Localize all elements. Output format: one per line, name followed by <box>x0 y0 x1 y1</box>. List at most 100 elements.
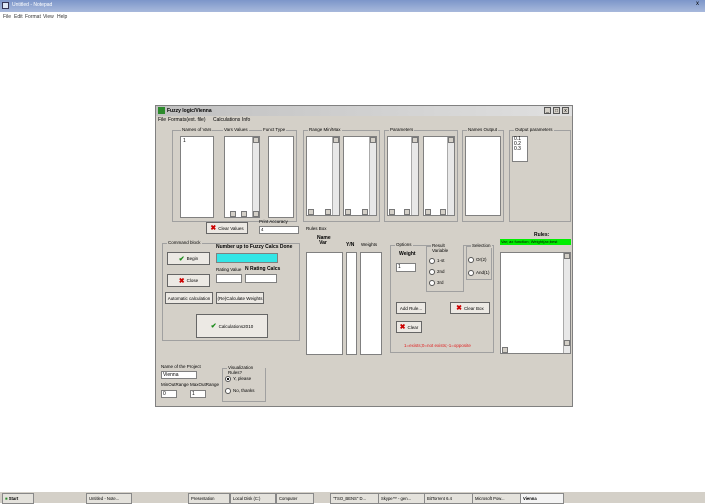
radio-icon <box>429 269 435 275</box>
menu-file[interactable]: File <box>158 117 166 123</box>
rating-value-input[interactable] <box>216 274 242 283</box>
notepad-menu-format[interactable]: Format <box>25 14 41 20</box>
taskbar-item-local-disk[interactable]: Local Disk (C:) <box>230 493 276 504</box>
weight-input[interactable]: 1 <box>396 263 416 272</box>
scroll-left-button[interactable] <box>230 211 236 217</box>
begin-label: Begin <box>186 256 199 261</box>
recalculate-weights-label: (Re)Calculate Weights <box>217 295 263 301</box>
taskbar-item-vienna[interactable]: Vienna <box>520 493 564 504</box>
result-variable-label: Result Variable <box>431 243 463 253</box>
visualization-yes-radio[interactable]: Y, please <box>225 376 251 382</box>
taskbar-item-tso[interactable]: "TSO_BENS" D... <box>330 493 380 504</box>
notepad-menu-view[interactable]: View <box>43 14 54 20</box>
calculations-button[interactable]: ✔ Calculations2010 <box>196 314 268 338</box>
result-radio-3rd[interactable]: 3rd <box>429 280 444 286</box>
scroll-up-button[interactable] <box>564 253 570 259</box>
scroll-left-button[interactable] <box>345 209 351 215</box>
menu-calculations[interactable]: Calculations <box>213 117 240 123</box>
rules-name-var-list[interactable] <box>306 252 343 355</box>
selection-radio-or[interactable]: Or(2) <box>468 257 487 263</box>
scroll-right-button[interactable] <box>325 209 331 215</box>
scroll-left-button[interactable] <box>389 209 395 215</box>
calculations-label: Calculations2010 <box>218 323 254 329</box>
recalculate-weights-button[interactable]: (Re)Calculate Weights <box>216 292 264 304</box>
parameters-list-1[interactable] <box>387 136 419 216</box>
automatic-calculation-button[interactable]: Automatic calculation <box>165 292 213 304</box>
range-min-scrollbar[interactable] <box>332 137 339 215</box>
rules-scrollbar[interactable] <box>563 253 570 353</box>
rules-weights-list[interactable] <box>360 252 382 355</box>
scroll-left-button[interactable] <box>425 209 431 215</box>
result-radio-1st[interactable]: 1-st <box>429 258 445 264</box>
max-out-range-input[interactable]: 1 <box>190 390 206 398</box>
vars-values-list[interactable] <box>224 136 260 218</box>
windows-logo-icon: ■ <box>5 496 8 501</box>
begin-button[interactable]: ✔ Begin <box>167 252 210 265</box>
parameters-list-2[interactable] <box>423 136 455 216</box>
vars-list-item[interactable]: 1 <box>181 137 213 145</box>
names-of-vars-list[interactable]: 1 <box>180 136 214 218</box>
scroll-up-button[interactable] <box>448 137 454 143</box>
notepad-title: Untitled - Notepad <box>12 2 53 8</box>
rules-list[interactable] <box>500 252 571 354</box>
notepad-menu-edit[interactable]: Edit <box>14 14 23 20</box>
scroll-up-button[interactable] <box>333 137 339 143</box>
scroll-down-button[interactable] <box>564 340 570 346</box>
funct-type-list[interactable] <box>268 136 294 218</box>
n-rating-input[interactable] <box>245 274 277 283</box>
clear-values-button[interactable]: ✖ Clear Values <box>206 222 248 234</box>
check-icon: ✔ <box>210 323 217 330</box>
parameters-scrollbar-1[interactable] <box>411 137 418 215</box>
menu-formats[interactable]: Formats(ext. file) <box>168 117 206 123</box>
taskbar-item-computer[interactable]: Computer <box>276 493 314 504</box>
scroll-up-button[interactable] <box>370 137 376 143</box>
min-out-range-input[interactable]: 0 <box>161 390 177 398</box>
scroll-right-button[interactable] <box>404 209 410 215</box>
minimize-button[interactable]: _ <box>544 107 551 114</box>
notepad-menu-bar: File Edit Format View Help <box>0 12 705 22</box>
scroll-left-button[interactable] <box>502 347 508 353</box>
scroll-right-button[interactable] <box>241 211 247 217</box>
scroll-right-button[interactable] <box>440 209 446 215</box>
taskbar-item-bittorrent[interactable]: BitTorrent 6.4 <box>424 493 474 504</box>
close-button[interactable]: x <box>562 107 569 114</box>
rules-label: Rules: <box>534 232 550 238</box>
parameters-scrollbar-2[interactable] <box>447 137 454 215</box>
taskbar-item-notepad[interactable]: Untitled - Note... <box>86 493 132 504</box>
range-min-list[interactable] <box>306 136 340 216</box>
rules-yn-list[interactable] <box>346 252 357 355</box>
scroll-up-button[interactable] <box>412 137 418 143</box>
scroll-down-button[interactable] <box>253 211 259 217</box>
output-parameters-list[interactable]: 0.1 0.2 0.3 <box>512 136 528 162</box>
print-accuracy-input[interactable]: 4 <box>259 226 299 234</box>
close-command-button[interactable]: ✖ Close <box>167 274 210 287</box>
add-rule-button[interactable]: Add Rule... <box>396 302 426 314</box>
notepad-close-icon[interactable]: x <box>696 1 699 7</box>
names-output-list[interactable] <box>465 136 501 216</box>
output-param-item[interactable]: 0.3 <box>513 147 527 152</box>
scroll-left-button[interactable] <box>308 209 314 215</box>
taskbar-item-skype[interactable]: Skype™ - gen... <box>378 493 426 504</box>
selection-radio-and[interactable]: And(1) <box>468 270 490 276</box>
scroll-right-button[interactable] <box>362 209 368 215</box>
clear-button[interactable]: ✖ Clear <box>396 321 422 333</box>
x-icon: ✖ <box>210 225 217 232</box>
result-radio-2nd[interactable]: 2nd <box>429 269 445 275</box>
notepad-menu-help[interactable]: Help <box>57 14 67 20</box>
range-max-list[interactable] <box>343 136 377 216</box>
taskbar-item-presentation[interactable]: Presentation <box>188 493 230 504</box>
range-max-scrollbar[interactable] <box>369 137 376 215</box>
vars-values-scrollbar[interactable] <box>252 137 259 217</box>
options-label: Options <box>395 242 413 247</box>
clear-box-button[interactable]: ✖ Clear Box <box>450 302 490 314</box>
start-button[interactable]: ■ Start <box>2 493 34 504</box>
notepad-menu-file[interactable]: File <box>3 14 11 20</box>
scroll-up-button[interactable] <box>253 137 259 143</box>
radio-selected-icon <box>225 376 231 382</box>
radio-icon <box>468 257 474 263</box>
project-name-input[interactable]: Vienna <box>161 371 197 379</box>
visualization-no-radio[interactable]: No, thanks <box>225 388 255 394</box>
taskbar-item-powerpoint[interactable]: Microsoft Pow... <box>472 493 522 504</box>
menu-info[interactable]: Info <box>242 117 250 123</box>
maximize-button[interactable]: □ <box>553 107 560 114</box>
